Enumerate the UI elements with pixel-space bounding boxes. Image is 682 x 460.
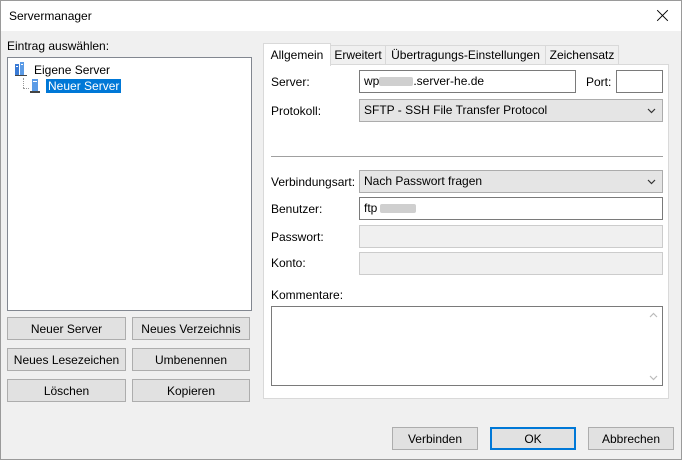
delete-button[interactable]: Löschen xyxy=(7,379,126,402)
scroll-up-icon[interactable] xyxy=(649,311,658,320)
title-bar: Servermanager xyxy=(1,1,681,31)
tab-allgemein[interactable]: Allgemein xyxy=(263,43,331,66)
new-folder-button[interactable]: Neues Verzeichnis xyxy=(132,317,250,340)
chevron-down-icon xyxy=(647,108,656,114)
scroll-down-icon[interactable] xyxy=(649,373,658,382)
protocol-select[interactable]: SFTP - SSH File Transfer Protocol xyxy=(359,99,663,122)
window-title: Servermanager xyxy=(9,9,92,23)
server-input[interactable]: wp .server-he.de xyxy=(359,70,576,93)
chevron-down-icon xyxy=(647,179,656,185)
port-input[interactable] xyxy=(616,70,663,93)
protocol-label: Protokoll: xyxy=(271,104,322,118)
copy-button[interactable]: Kopieren xyxy=(132,379,250,402)
new-bookmark-button[interactable]: Neues Lesezeichen xyxy=(7,348,126,371)
account-label: Konto: xyxy=(271,256,306,270)
logon-type-label: Verbindungsart: xyxy=(271,175,356,189)
new-server-button[interactable]: Neuer Server xyxy=(7,317,126,340)
tab-uebertragungs-einstellungen[interactable]: Übertragungs-Einstellungen xyxy=(385,45,546,64)
divider xyxy=(271,156,663,157)
server-icon xyxy=(30,79,40,93)
server-label: Server: xyxy=(271,75,310,89)
connect-button[interactable]: Verbinden xyxy=(392,427,478,450)
redacted-block xyxy=(380,204,417,214)
server-value-suffix: .server-he.de xyxy=(413,74,485,88)
user-value-prefix: ftp xyxy=(364,201,378,215)
server-value-prefix: wp xyxy=(364,74,380,88)
ok-button[interactable]: OK xyxy=(490,427,576,450)
password-input[interactable] xyxy=(359,225,663,248)
select-entry-label: Eintrag auswählen: xyxy=(7,39,110,53)
scrollbar[interactable] xyxy=(645,307,662,385)
server-group-icon xyxy=(15,62,27,76)
redacted-block xyxy=(379,77,414,87)
server-manager-window: Servermanager Eintrag auswählen: Eigene … xyxy=(0,0,682,460)
user-input[interactable]: ftp xyxy=(359,197,663,220)
cancel-button[interactable]: Abbrechen xyxy=(588,427,674,450)
tree-child-label: Neuer Server xyxy=(46,79,122,93)
port-label: Port: xyxy=(586,75,612,89)
protocol-value: SFTP - SSH File Transfer Protocol xyxy=(364,103,548,117)
account-input[interactable] xyxy=(359,252,663,275)
tree-root-label: Eigene Server xyxy=(34,63,111,77)
server-tree[interactable]: Eigene Server Neuer Server xyxy=(7,57,252,311)
tree-connector xyxy=(23,78,24,88)
tab-erweitert[interactable]: Erweitert xyxy=(330,45,386,64)
comments-textarea[interactable] xyxy=(271,306,663,386)
comments-label: Kommentare: xyxy=(271,288,344,302)
tab-zeichensatz[interactable]: Zeichensatz xyxy=(545,45,619,64)
rename-button[interactable]: Umbenennen xyxy=(132,348,250,371)
password-label: Passwort: xyxy=(271,230,324,244)
user-label: Benutzer: xyxy=(271,202,323,216)
logon-type-select[interactable]: Nach Passwort fragen xyxy=(359,170,663,193)
logon-type-value: Nach Passwort fragen xyxy=(364,174,483,188)
close-icon[interactable] xyxy=(651,4,675,28)
